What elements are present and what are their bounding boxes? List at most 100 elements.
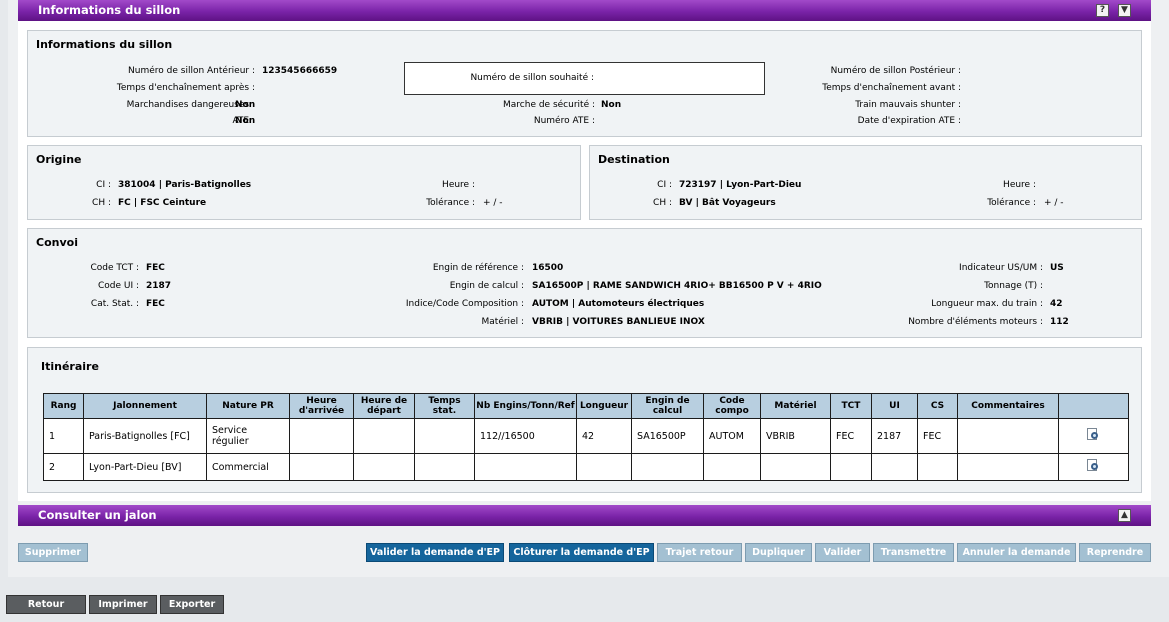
exporter-button[interactable]: Exporter <box>160 595 224 614</box>
cell-heure-depart <box>353 453 415 481</box>
cell-heure-arrivee <box>289 453 354 481</box>
materiel-label: Matériel : <box>481 317 524 327</box>
engin-reference-value: 16500 <box>532 263 564 273</box>
marche-securite-label: Marche de sécurité : <box>503 100 595 110</box>
cell-temps-stat <box>414 453 475 481</box>
col-header <box>1058 393 1129 419</box>
col-header: Matériel <box>760 393 831 419</box>
cell-commentaires <box>957 453 1059 481</box>
convoi-panel: Convoi Code TCT : FEC Code UI : 2187 Cat… <box>27 228 1142 338</box>
cell-detail <box>1058 453 1129 481</box>
cell-nb-engins <box>474 453 577 481</box>
cell-materiel <box>760 453 831 481</box>
cell-jalonnement: Lyon-Part-Dieu [BV] <box>83 453 207 481</box>
col-header: Jalonnement <box>83 393 207 419</box>
trajet-retour-button[interactable]: Trajet retour <box>657 543 742 562</box>
reprendre-button[interactable]: Reprendre <box>1079 543 1151 562</box>
jalon-title: Consulter un jalon <box>38 508 157 522</box>
cell-heure-depart <box>353 418 415 454</box>
convoi-title: Convoi <box>36 236 78 249</box>
view-detail-icon[interactable] <box>1086 458 1101 473</box>
antérieur-label: Numéro de sillon Antérieur : <box>128 66 255 76</box>
destination-ci-label: CI : <box>657 180 672 190</box>
col-header: Nb Engins/Tonn/Ref <box>474 393 577 419</box>
cell-tct: FEC <box>830 418 872 454</box>
cat-stat-label: Cat. Stat. : <box>90 299 139 309</box>
col-header: Heure de départ <box>353 393 415 419</box>
origine-heure-label: Heure : <box>442 180 475 190</box>
col-header: Commentaires <box>957 393 1059 419</box>
origine-tolerance-label: Tolérance : <box>426 198 475 208</box>
col-header: Longueur <box>576 393 632 419</box>
cell-materiel: VBRIB <box>760 418 831 454</box>
col-header: Heure d'arrivée <box>289 393 354 419</box>
cell-engin-calcul <box>631 453 704 481</box>
tonnage-label: Tonnage (T) : <box>984 281 1043 291</box>
cell-cs: FEC <box>917 418 958 454</box>
cell-rang: 2 <box>43 453 84 481</box>
col-header: TCT <box>830 393 872 419</box>
dupliquer-button[interactable]: Dupliquer <box>745 543 812 562</box>
cell-jalonnement: Paris-Batignolles [FC] <box>83 418 207 454</box>
origine-ci-value: 381004 | Paris-Batignolles <box>118 180 252 190</box>
help-icon[interactable]: ? <box>1096 4 1109 17</box>
destination-ch-label: CH : <box>653 198 672 208</box>
sillon-panel-title: Informations du sillon <box>36 38 173 51</box>
engin-calcul-label: Engin de calcul : <box>449 281 524 291</box>
cell-engin-calcul: SA16500P <box>631 418 704 454</box>
cloturer-demande-button[interactable]: Clôturer la demande d'EP <box>509 543 654 562</box>
section-title: Informations du sillon <box>38 3 181 17</box>
col-header: Nature PR <box>206 393 290 419</box>
valider-demande-button[interactable]: Valider la demande d'EP <box>366 543 504 562</box>
cell-code-compo: AUTOM <box>703 418 761 454</box>
destination-ci-value: 723197 | Lyon-Part-Dieu <box>679 180 802 190</box>
imprimer-button[interactable]: Imprimer <box>89 595 157 614</box>
destination-title: Destination <box>598 153 670 166</box>
origine-ci-label: CI : <box>96 180 111 190</box>
longueur-max-label: Longueur max. du train : <box>931 299 1043 309</box>
code-ui-value: 2187 <box>146 281 172 291</box>
cell-ui <box>871 453 918 481</box>
retour-button[interactable]: Retour <box>6 595 86 614</box>
cell-nature-pr: Service régulier <box>206 418 290 454</box>
materiel-value: VBRIB | VOITURES BANLIEUE INOX <box>532 317 705 327</box>
cat-stat-value: FEC <box>146 299 165 309</box>
indicateur-us-um-label: Indicateur US/UM : <box>959 263 1043 273</box>
cell-longueur: 42 <box>576 418 632 454</box>
table-row: 2 Lyon-Part-Dieu [BV] Commercial <box>43 453 1129 481</box>
souhaite-label: Numéro de sillon souhaité : <box>470 73 594 83</box>
cell-code-compo <box>703 453 761 481</box>
annuler-demande-button[interactable]: Annuler la demande <box>957 543 1076 562</box>
col-header: Rang <box>43 393 84 419</box>
col-header: Engin de calcul <box>631 393 704 419</box>
transmettre-button[interactable]: Transmettre <box>873 543 954 562</box>
section-header-jalon[interactable]: Consulter un jalon ▲ <box>18 505 1151 526</box>
itineraire-table: Rang Jalonnement Nature PR Heure d'arriv… <box>43 393 1129 481</box>
col-header: Code compo <box>703 393 761 419</box>
cell-longueur <box>576 453 632 481</box>
elements-moteurs-label: Nombre d'éléments moteurs : <box>908 317 1043 327</box>
view-detail-icon[interactable] <box>1086 427 1101 442</box>
mauvais-shunter-label: Train mauvais shunter : <box>855 100 961 110</box>
cell-detail <box>1058 418 1129 454</box>
collapse-icon[interactable]: ▼ <box>1118 4 1131 17</box>
sillon-souhaite-box: Numéro de sillon souhaité : <box>404 62 765 95</box>
section-header-sillon: Informations du sillon ? ▼ <box>18 0 1151 21</box>
cell-ui: 2187 <box>871 418 918 454</box>
destination-tolerance-value: + / - <box>1044 198 1064 208</box>
supprimer-button[interactable]: Supprimer <box>18 543 88 562</box>
elements-moteurs-value: 112 <box>1050 317 1069 327</box>
antérieur-value: 123545666659 <box>262 66 338 76</box>
cell-nature-pr: Commercial <box>206 453 290 481</box>
engin-calcul-value: SA16500P | RAME SANDWICH 4RIO+ BB16500 P… <box>532 281 822 291</box>
sillon-panel: Informations du sillon Numéro de sillon … <box>27 30 1142 137</box>
origine-ch-value: FC | FSC Ceinture <box>118 198 207 208</box>
valider-button[interactable]: Valider <box>815 543 870 562</box>
ate-value: Non <box>235 116 256 126</box>
cell-tct <box>830 453 872 481</box>
expand-icon[interactable]: ▲ <box>1118 509 1131 522</box>
origine-ch-label: CH : <box>92 198 111 208</box>
cell-heure-arrivee <box>289 418 354 454</box>
origine-panel: Origine CI : 381004 | Paris-Batignolles … <box>27 145 581 220</box>
cell-rang: 1 <box>43 418 84 454</box>
